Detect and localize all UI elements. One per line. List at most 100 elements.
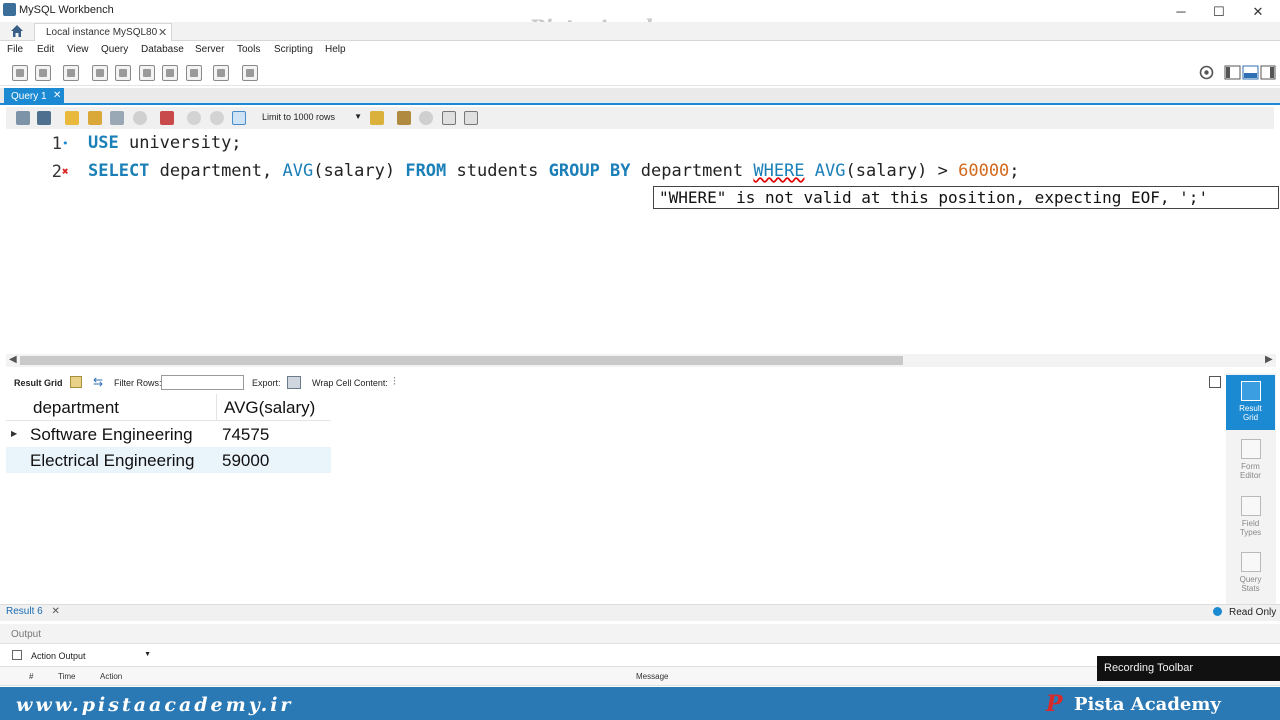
recording-toolbar[interactable]: Recording Toolbar (1097, 656, 1280, 681)
form-editor-button-label: Form Editor (1240, 462, 1261, 480)
result-grid-button[interactable]: Result Grid (1226, 375, 1275, 430)
menu-edit[interactable]: Edit (37, 44, 54, 55)
query-stats-icon (1240, 552, 1261, 572)
rollback-icon[interactable] (210, 111, 224, 125)
limit-rows-select[interactable]: Limit to 1000 rows ▼ (260, 109, 364, 127)
settings-gear-icon[interactable] (1199, 65, 1214, 80)
menu-help[interactable]: Help (325, 44, 346, 55)
menu-query[interactable]: Query (101, 44, 128, 55)
keyword-from: FROM (405, 161, 447, 181)
close-window-button[interactable]: ✕ (1240, 2, 1276, 22)
wrap-text-icon[interactable]: ⫶ (393, 376, 396, 389)
beautify-icon[interactable] (397, 111, 411, 125)
open-sql-script-icon[interactable] (35, 65, 51, 81)
query-stats-button[interactable]: Query Stats (1226, 546, 1275, 601)
commit-icon[interactable] (187, 111, 201, 125)
result-toolbar: Result Grid ⇆ Filter Rows: Export: Wrap … (6, 374, 1224, 392)
menu-database[interactable]: Database (141, 44, 184, 55)
grid-icon[interactable] (70, 376, 82, 388)
info-icon (1213, 607, 1222, 616)
result-tab[interactable]: Result 6 ✕ (6, 606, 60, 617)
inspector-icon[interactable] (63, 65, 79, 81)
save-icon[interactable] (37, 111, 51, 125)
open-folder-icon[interactable] (16, 111, 30, 125)
form-editor-button[interactable]: Form Editor (1226, 433, 1275, 488)
brand-name: Pista Academy (1074, 694, 1221, 715)
toggle-error-icon[interactable] (160, 111, 174, 125)
search-table-data-icon[interactable] (213, 65, 229, 81)
query-tab[interactable]: Query 1 ✕ (4, 88, 64, 105)
explain-icon[interactable] (110, 111, 124, 125)
table-cell[interactable]: Software Engineering (30, 425, 193, 445)
menu-tools[interactable]: Tools (237, 44, 260, 55)
refresh-icon[interactable]: ⇆ (93, 375, 103, 389)
connection-tab[interactable]: Local instance MySQL80 ✕ (34, 23, 172, 41)
create-procedure-icon[interactable] (162, 65, 178, 81)
panel-layout-icons[interactable] (1224, 65, 1276, 80)
query-tab-label: Query 1 (11, 91, 47, 102)
chevron-down-icon: ▼ (354, 112, 362, 121)
create-view-icon[interactable] (139, 65, 155, 81)
chevron-down-icon: ▼ (144, 651, 151, 658)
code-text: students (446, 161, 549, 181)
scroll-right-icon[interactable]: ▶ (1265, 354, 1273, 365)
close-icon[interactable]: ✕ (53, 90, 61, 101)
result-tab-label: Result 6 (6, 606, 43, 617)
code-line-1: USE university; (88, 133, 242, 153)
field-types-icon (1240, 496, 1261, 516)
wrap-lines-icon[interactable] (464, 111, 478, 125)
keyword-group-by: GROUP BY (548, 161, 631, 181)
sql-editor[interactable]: 1 • USE university; 2 ✖ SELECT departmen… (6, 130, 1276, 353)
close-icon[interactable]: ✕ (158, 26, 167, 39)
result-view-sidebar: Result Grid Form Editor Field Types Quer… (1226, 373, 1276, 605)
menu-server[interactable]: Server (195, 44, 224, 55)
home-icon[interactable] (9, 23, 25, 39)
create-schema-icon[interactable] (92, 65, 108, 81)
export-icon[interactable] (287, 376, 301, 389)
table-row[interactable]: Electrical Engineering 59000 (6, 447, 331, 473)
toggle-panel-icon[interactable] (1209, 376, 1221, 388)
table-row[interactable]: ▶ Software Engineering 74575 (6, 421, 331, 447)
create-table-icon[interactable] (115, 65, 131, 81)
menu-scripting[interactable]: Scripting (274, 44, 313, 55)
result-grid-button-label: Result Grid (1239, 404, 1262, 422)
copy-icon[interactable] (12, 650, 22, 660)
autocommit-icon[interactable] (232, 111, 246, 125)
code-line-2: SELECT department, AVG(salary) FROM stud… (88, 161, 1020, 181)
output-panel-header: Output (0, 624, 1280, 644)
new-sql-tab-icon[interactable] (12, 65, 28, 81)
create-function-icon[interactable] (186, 65, 202, 81)
query-stats-button-label: Query Stats (1239, 575, 1262, 593)
filter-rows-input[interactable] (161, 375, 244, 390)
reconnect-icon[interactable] (242, 65, 258, 81)
execute-lightning-icon[interactable] (65, 111, 79, 125)
menu-file[interactable]: File (7, 44, 23, 55)
table-cell[interactable]: 74575 (222, 425, 269, 445)
number-literal: 60000 (958, 161, 1010, 181)
minimize-button[interactable]: ─ (1163, 2, 1199, 22)
scroll-left-icon[interactable]: ◀ (9, 354, 17, 365)
scrollbar-thumb[interactable] (20, 356, 903, 365)
execute-current-icon[interactable] (88, 111, 102, 125)
statement-marker-icon: • (62, 137, 69, 150)
output-type-select[interactable]: Action Output ▼ (27, 648, 153, 664)
column-header-avg-salary[interactable]: AVG(salary) (224, 398, 315, 418)
editor-toolbar: Limit to 1000 rows ▼ (6, 107, 1274, 129)
find-icon[interactable] (419, 111, 433, 125)
field-types-button[interactable]: Field Types (1226, 490, 1275, 545)
table-cell[interactable]: 59000 (222, 451, 269, 471)
add-snippet-icon[interactable] (370, 111, 384, 125)
output-toolbar: Action Output ▼ (0, 645, 1280, 665)
menu-view[interactable]: View (67, 44, 89, 55)
function-avg: AVG (814, 161, 846, 181)
stop-icon[interactable] (133, 111, 147, 125)
field-types-button-label: Field Types (1239, 519, 1262, 537)
output-type-label: Action Output (31, 651, 86, 661)
invisible-chars-icon[interactable] (442, 111, 456, 125)
maximize-button[interactable]: ☐ (1201, 2, 1237, 22)
column-header-department[interactable]: department (33, 398, 119, 418)
close-icon[interactable]: ✕ (51, 606, 59, 617)
table-cell[interactable]: Electrical Engineering (30, 451, 194, 471)
editor-horizontal-scrollbar[interactable]: ◀ ▶ (6, 354, 1276, 367)
